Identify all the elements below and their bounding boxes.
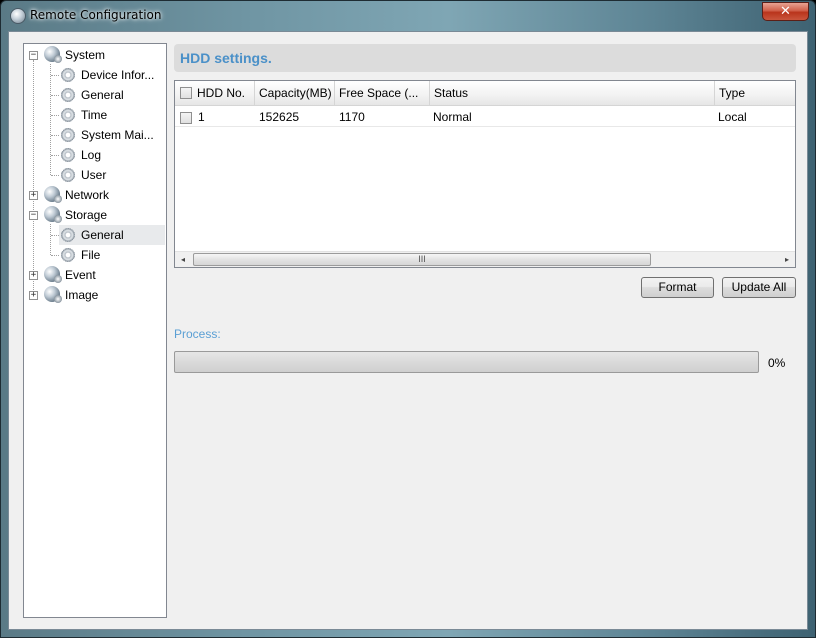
tree-item-system-maintenance[interactable]: System Mai...	[24, 125, 166, 145]
tree-item-general[interactable]: General	[24, 85, 166, 105]
row-checkbox[interactable]	[180, 112, 192, 124]
globe-icon	[44, 186, 62, 203]
scroll-right-arrow-icon[interactable]: ▸	[779, 252, 795, 267]
tree-item-time[interactable]: Time	[24, 105, 166, 125]
gear-icon	[61, 108, 75, 122]
tree-item-label: Time	[81, 108, 108, 122]
tree-item-label: Image	[65, 288, 99, 302]
format-button[interactable]: Format	[641, 277, 714, 298]
tree-item-label: User	[81, 168, 107, 182]
row-divider	[175, 126, 795, 127]
cell-capacity: 152625	[259, 110, 300, 124]
client-area: − System Device Infor... General Time Sy…	[8, 31, 808, 630]
progress-percent: 0%	[768, 356, 786, 370]
gear-icon	[61, 128, 75, 142]
panel-header: HDD settings.	[174, 44, 796, 72]
gear-icon	[61, 248, 75, 262]
window-title: Remote Configuration	[30, 8, 162, 22]
cell-type: Local	[718, 110, 747, 124]
column-header-capacity[interactable]: Capacity(MB)	[255, 81, 335, 106]
tree-item-label: System	[65, 48, 106, 62]
column-header-free-space[interactable]: Free Space (...	[335, 81, 430, 106]
scroll-thumb[interactable]: III	[193, 253, 651, 266]
tree-item-log[interactable]: Log	[24, 145, 166, 165]
tree-item-label: Storage	[65, 208, 108, 222]
gear-icon	[61, 68, 75, 82]
panel-title: HDD settings.	[180, 50, 272, 66]
tree-item-label: Device Infor...	[81, 68, 155, 82]
expand-expander-icon[interactable]: +	[29, 271, 38, 280]
globe-icon	[44, 286, 62, 303]
tree-item-storage[interactable]: − Storage	[24, 205, 166, 225]
tree-item-image[interactable]: + Image	[24, 285, 166, 305]
process-label: Process:	[174, 327, 221, 341]
process-progress-bar	[174, 351, 759, 373]
expand-expander-icon[interactable]: +	[29, 191, 38, 200]
horizontal-scrollbar[interactable]: ◂ III ▸	[175, 251, 795, 267]
globe-icon	[44, 266, 62, 283]
column-header-type[interactable]: Type	[715, 81, 795, 106]
tree-item-storage-file[interactable]: File	[24, 245, 166, 265]
gear-icon	[61, 228, 75, 242]
gear-icon	[61, 88, 75, 102]
expand-expander-icon[interactable]: +	[29, 291, 38, 300]
column-header-hdd-no[interactable]: HDD No.	[175, 81, 255, 106]
tree-item-network[interactable]: + Network	[24, 185, 166, 205]
scroll-left-arrow-icon[interactable]: ◂	[175, 252, 191, 267]
collapse-expander-icon[interactable]: −	[29, 51, 38, 60]
tree-item-label: Event	[65, 268, 96, 282]
gear-icon	[61, 148, 75, 162]
navigation-tree: − System Device Infor... General Time Sy…	[23, 43, 167, 618]
tree-item-label: Log	[81, 148, 102, 162]
tree-item-label: General	[81, 88, 124, 102]
title-bar[interactable]: Remote Configuration ✕	[1, 1, 815, 31]
tree-item-system[interactable]: − System	[24, 45, 166, 65]
collapse-expander-icon[interactable]: −	[29, 211, 38, 220]
tree-item-label: Network	[65, 188, 110, 202]
cell-hdd-no: 1	[198, 110, 205, 124]
gear-icon	[61, 168, 75, 182]
column-header-label: HDD No.	[197, 86, 246, 100]
tree-item-user[interactable]: User	[24, 165, 166, 185]
globe-icon	[44, 46, 62, 63]
tree-item-label: File	[81, 248, 101, 262]
tree-item-label: General	[81, 228, 124, 242]
close-button[interactable]: ✕	[762, 2, 809, 21]
globe-icon	[44, 206, 62, 223]
select-all-checkbox[interactable]	[180, 87, 192, 99]
cell-free-space: 1170	[339, 110, 365, 124]
hdd-table: HDD No. Capacity(MB) Free Space (... Sta…	[174, 80, 796, 268]
column-header-status[interactable]: Status	[430, 81, 715, 106]
tree-item-event[interactable]: + Event	[24, 265, 166, 285]
tree-item-storage-general[interactable]: General	[24, 225, 166, 245]
update-all-button[interactable]: Update All	[722, 277, 796, 298]
tree-item-label: System Mai...	[81, 128, 154, 142]
cell-status: Normal	[433, 110, 472, 124]
tree-item-device-info[interactable]: Device Infor...	[24, 65, 166, 85]
app-globe-icon	[10, 8, 26, 24]
remote-configuration-window: Remote Configuration ✕ − System Device I…	[0, 0, 816, 638]
